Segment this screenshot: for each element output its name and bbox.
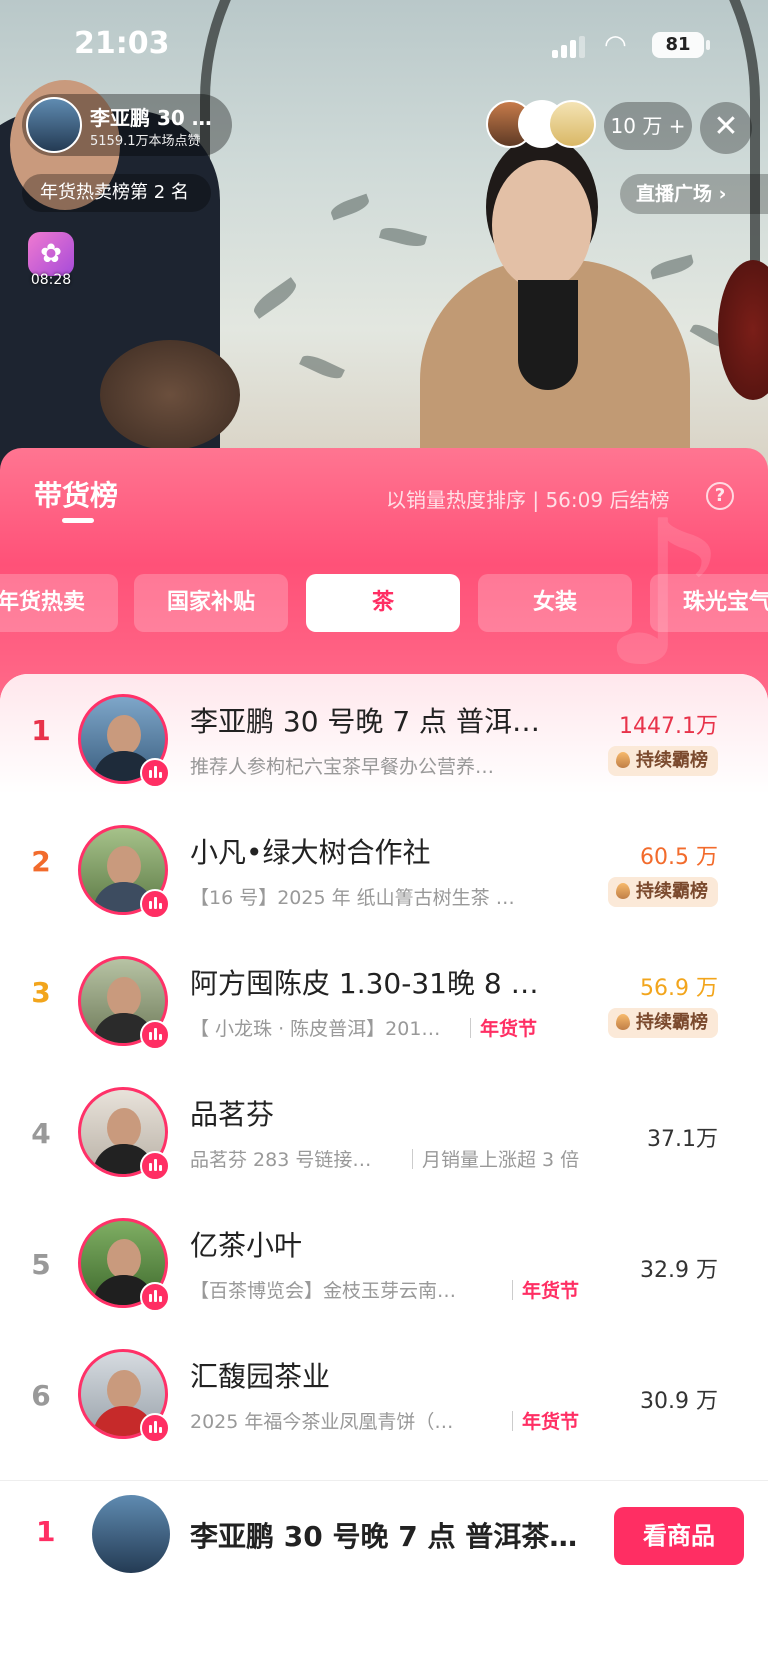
panel-title[interactable]: 带货榜: [34, 474, 118, 514]
divider: [412, 1149, 413, 1169]
divider: [512, 1280, 513, 1300]
live-indicator-icon: [140, 1282, 170, 1312]
status-bar: 21:03 ◠ 81: [0, 0, 768, 90]
wifi-icon: ◠: [604, 30, 627, 60]
live-timer: 08:28: [30, 272, 72, 288]
avatar[interactable]: [92, 1495, 170, 1573]
tab-category[interactable]: 珠光宝气: [650, 574, 768, 632]
item-title: 汇馥园茶业: [190, 1360, 331, 1393]
live-indicator-icon: [140, 758, 170, 788]
live-indicator-icon: [140, 1151, 170, 1181]
hot-badge: 持续霸榜: [608, 1008, 718, 1038]
live-indicator-icon: [140, 1020, 170, 1050]
live-stream-screen: 21:03 ◠ 81 李亚鹏 30 … 5159.1万本场点赞 10 万 + ✕…: [0, 0, 768, 1662]
rank-number: 3: [31, 976, 51, 1009]
list-item[interactable]: 3 阿方囤陈皮 1.30-31晚 8 … 【 小龙珠 · 陈皮普洱】201… 年…: [0, 936, 768, 1067]
tab-category[interactable]: 年货热卖: [0, 574, 118, 632]
panel-title-underline: [62, 518, 94, 523]
gift-icon: ✿: [28, 232, 74, 276]
hot-rank-badge[interactable]: 年货热卖榜第 2 名: [22, 174, 211, 212]
anchor-likes: 5159.1万本场点赞: [90, 134, 201, 149]
divider: [512, 1411, 513, 1431]
view-products-button[interactable]: 看商品: [614, 1507, 744, 1565]
battery-icon: 81: [652, 32, 704, 58]
item-tag: 年货节: [480, 1018, 538, 1040]
viewer-avatar[interactable]: [548, 100, 596, 148]
host-right: [420, 160, 690, 470]
list-item[interactable]: 5 亿茶小叶 【百茶博览会】金枝玉芽云南… 年货节 32.9 万: [0, 1198, 768, 1329]
ranking-note: 以销量热度排序 | 56:09 后结榜: [386, 488, 670, 512]
live-indicator-icon: [140, 1413, 170, 1443]
status-time: 21:03: [74, 26, 170, 61]
divider: [470, 1018, 471, 1038]
item-subtitle: 推荐人参枸杞六宝茶早餐办公营养…: [190, 756, 495, 778]
avatar[interactable]: [26, 97, 82, 153]
sales-value: 32.9 万: [640, 1258, 718, 1283]
tab-category[interactable]: 女装: [478, 574, 632, 632]
rank-number: 1: [31, 714, 51, 747]
item-title: 亿茶小叶: [190, 1229, 303, 1262]
item-title: 小凡•绿大树合作社: [190, 836, 431, 869]
rank-number: 6: [31, 1379, 51, 1412]
flame-icon: [616, 1014, 630, 1030]
rank-list[interactable]: 1 李亚鹏 30 号晚 7 点 普洱… 推荐人参枸杞六宝茶早餐办公营养… 144…: [0, 674, 768, 1480]
live-plaza-button[interactable]: 直播广场 ›: [620, 174, 768, 214]
item-subtitle: 2025 年福今茶业凤凰青饼（…: [190, 1411, 454, 1433]
viewer-count[interactable]: 10 万 +: [604, 102, 692, 150]
rank-number: 1: [36, 1515, 56, 1548]
item-subtitle: 【 小龙珠 · 陈皮普洱】201…: [190, 1018, 441, 1040]
item-subtitle: 【16 号】2025 年 纸山箐古树生茶 …: [190, 887, 515, 909]
live-indicator-icon: [140, 889, 170, 919]
list-item[interactable]: 6 汇馥园茶业 2025 年福今茶业凤凰青饼（… 年货节 30.9 万: [0, 1329, 768, 1460]
sales-value: 30.9 万: [640, 1389, 718, 1414]
flame-icon: [616, 752, 630, 768]
tab-category[interactable]: 国家补贴: [134, 574, 288, 632]
sales-value: 1447.1万: [619, 714, 718, 739]
help-icon[interactable]: ?: [706, 482, 734, 510]
tea-cake-product: [100, 340, 240, 450]
close-icon: ✕: [713, 109, 739, 144]
live-timer-badge[interactable]: ✿ 08:28: [22, 232, 80, 292]
current-anchor-bar[interactable]: 1 李亚鹏 30 号晚 7 点 普洱茶礼… 看商品: [0, 1480, 768, 1662]
category-tabs: 年货热卖 国家补贴 茶 女装 珠光宝气: [0, 574, 768, 632]
hot-badge: 持续霸榜: [608, 877, 718, 907]
item-tag: 年货节: [522, 1280, 580, 1302]
item-title: 李亚鹏 30 号晚 7 点 普洱茶礼…: [190, 1520, 600, 1553]
item-title: 品茗芬: [190, 1098, 275, 1131]
item-subtitle: 【百茶博览会】金枝玉芽云南…: [190, 1280, 457, 1302]
rank-number: 5: [31, 1248, 51, 1281]
rank-number: 4: [31, 1117, 51, 1150]
item-title: 阿方囤陈皮 1.30-31晚 8 …: [190, 967, 539, 1000]
anchor-info[interactable]: 李亚鹏 30 … 5159.1万本场点赞: [22, 94, 232, 156]
sales-value: 56.9 万: [640, 976, 718, 1001]
anchor-name: 李亚鹏 30 …: [90, 106, 212, 130]
list-item[interactable]: 2 小凡•绿大树合作社 【16 号】2025 年 纸山箐古树生茶 … 60.5 …: [0, 805, 768, 936]
list-item[interactable]: 1 李亚鹏 30 号晚 7 点 普洱… 推荐人参枸杞六宝茶早餐办公营养… 144…: [0, 674, 768, 805]
hot-badge: 持续霸榜: [608, 746, 718, 776]
item-tag: 年货节: [522, 1411, 580, 1433]
battery-tip: [706, 40, 710, 50]
item-tag: 月销量上涨超 3 倍: [422, 1149, 580, 1171]
viewer-avatars[interactable]: [486, 100, 596, 152]
tab-category-active[interactable]: 茶: [306, 574, 460, 632]
rank-number: 2: [31, 845, 51, 878]
sales-value: 60.5 万: [640, 845, 718, 870]
list-item[interactable]: 4 品茗芬 品茗芬 283 号链接… 月销量上涨超 3 倍 37.1万: [0, 1067, 768, 1198]
close-button[interactable]: ✕: [700, 102, 752, 154]
sales-value: 37.1万: [647, 1127, 718, 1152]
signal-icon: [552, 36, 585, 58]
flame-icon: [616, 883, 630, 899]
item-subtitle: 品茗芬 283 号链接…: [190, 1149, 372, 1171]
item-title: 李亚鹏 30 号晚 7 点 普洱…: [190, 705, 540, 738]
sales-rank-panel-header: ♪ 带货榜 以销量热度排序 | 56:09 后结榜 ? 年货热卖 国家补贴 茶 …: [0, 448, 768, 708]
